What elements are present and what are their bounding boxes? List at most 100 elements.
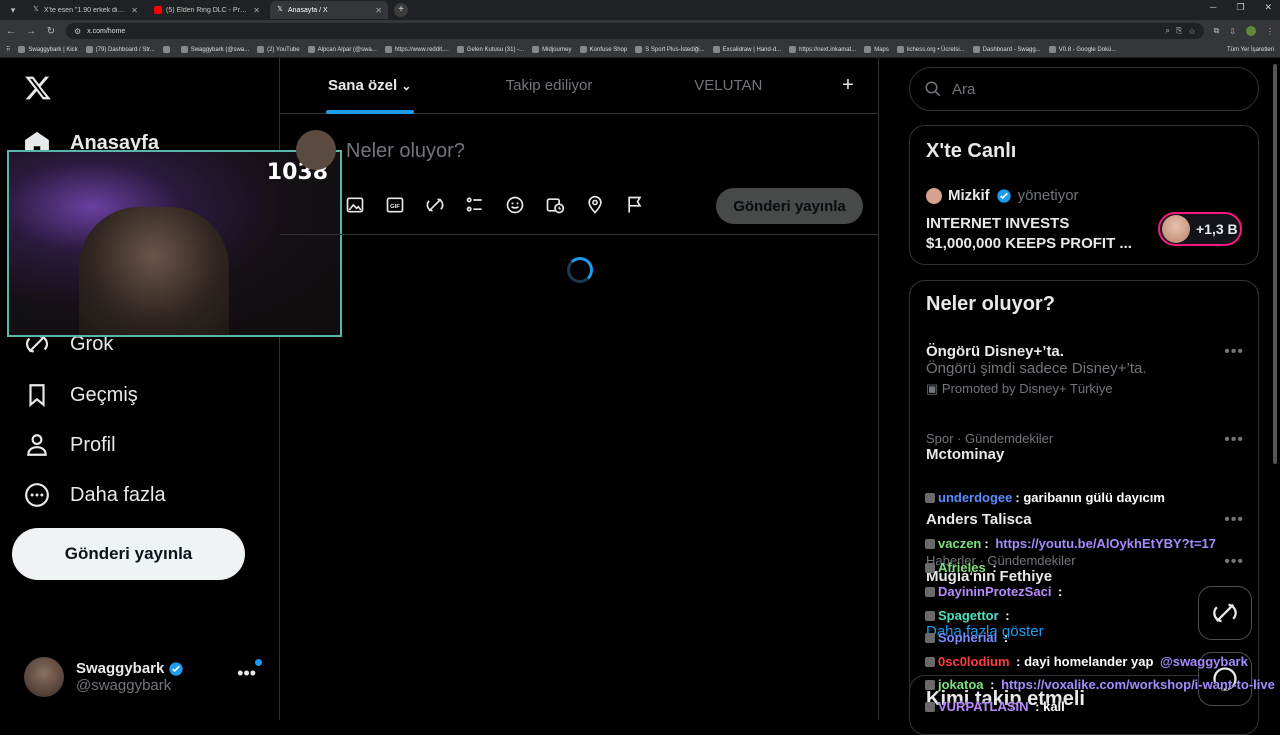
bookmark-item[interactable]: https://next.inkamat... [789, 46, 856, 53]
trend-desc: Öngörü şimdi sadece Disney+’ta. [926, 360, 1147, 377]
minimize-icon[interactable]: ─ [1210, 2, 1216, 13]
schedule-icon[interactable] [544, 194, 566, 216]
post-button[interactable]: Gönderi yayınla [12, 528, 245, 580]
live-stream-title[interactable]: INTERNET INVESTS $1,000,000 KEEPS PROFIT… [926, 214, 1146, 254]
live-host[interactable]: Mizkif yönetiyor [926, 187, 1079, 204]
star-icon[interactable]: ☆ [1188, 27, 1195, 36]
search-icon [925, 81, 941, 97]
reload-icon[interactable]: ↻ [46, 26, 56, 37]
tab-close-icon[interactable]: ✕ [375, 6, 382, 15]
trend-item[interactable]: Öngörü Disney+’ta. Öngörü şimdi sadece D… [926, 343, 1244, 397]
bookmark-favicon-icon [307, 46, 315, 53]
tab-close-icon[interactable]: ✕ [131, 6, 138, 15]
image-icon[interactable] [344, 194, 366, 216]
bookmark-item[interactable] [162, 46, 173, 53]
chat-message: Spagettor : [925, 608, 1010, 623]
extensions-icon[interactable]: ⧉ [1214, 26, 1220, 36]
composer: Neler oluyor? GIF Gönderi yayınla [280, 114, 879, 235]
browser-menu-icon[interactable]: ⋮ [1266, 27, 1274, 36]
chat-username: VURPATLASIN [938, 699, 1029, 714]
apps-icon[interactable]: ⠿ [6, 46, 10, 53]
bookmark-item[interactable]: Excalidraw | Hand-d... [712, 46, 781, 53]
live-card-title: X'te Canlı [926, 140, 1017, 162]
browser-tabstrip: ▾ 𝕏 X'te esen "1.90 erkek diye tutturu..… [0, 0, 1280, 20]
bookmark-item[interactable]: Gelen Kutusu (31) -... [456, 46, 525, 53]
live-on-x-card: X'te Canlı Mizkif yönetiyor INTERNET INV… [909, 125, 1259, 265]
url-input[interactable]: ⚙ x.com/home ⌕ ⎘ ☆ [66, 23, 1204, 39]
bookmark-item[interactable]: Swaggybark (@swa... [180, 46, 250, 53]
poll-icon[interactable] [464, 194, 486, 216]
tab-following[interactable]: Takip ediliyor [459, 58, 638, 114]
gif-icon[interactable]: GIF [384, 194, 406, 216]
x-logo-icon[interactable] [24, 74, 52, 102]
chat-badge-icon [925, 656, 935, 667]
composer-input[interactable]: Neler oluyor? [346, 140, 465, 163]
tab-title: X'te esen "1.90 erkek diye tutturu... [44, 6, 127, 14]
bookmark-favicon-icon [789, 46, 797, 53]
account-handle: @swaggybark [76, 677, 172, 694]
grok-compose-icon[interactable] [424, 194, 446, 216]
back-icon[interactable]: ← [6, 26, 16, 37]
bookmark-label: Swaggybark (@swa... [190, 46, 250, 53]
zoom-icon[interactable]: ⌕ [1166, 26, 1170, 36]
trend-item[interactable]: Spor · Gündemdekiler Mctominay ••• [926, 431, 1244, 463]
trend-more-icon[interactable]: ••• [1224, 431, 1244, 449]
bookmark-item[interactable]: Dashboard - Swagg... [972, 46, 1041, 53]
new-tab-icon[interactable]: + [394, 3, 408, 17]
location-icon[interactable] [584, 194, 606, 216]
more-circle-icon [25, 483, 49, 507]
tab-search-icon[interactable]: ▾ [4, 2, 22, 18]
bookmark-item[interactable]: V0.8 - Google Dokü... [1048, 46, 1116, 53]
bookmark-item[interactable]: Maps [864, 46, 889, 53]
stream-chat-overlay: underdogee: garibanın gülü dayıcım vaczen… [925, 488, 1275, 720]
bookmark-item[interactable]: Midjourney [532, 46, 572, 53]
browser-profile-avatar[interactable] [1246, 26, 1256, 36]
maximize-icon[interactable]: ❐ [1236, 2, 1244, 13]
bookmark-item[interactable]: Konfuse Shop [579, 46, 627, 53]
bookmark-favicon-icon [384, 46, 392, 53]
bookmark-label: Midjourney [542, 46, 572, 53]
scrollbar-thumb[interactable] [1273, 64, 1277, 464]
live-listeners-pill[interactable]: +1,3 B [1158, 212, 1242, 246]
downloads-icon[interactable]: ⇩ [1229, 27, 1236, 36]
bookmark-item[interactable]: S Sport Plus-İstediği... [635, 46, 705, 53]
composer-post-button[interactable]: Gönderi yayınla [716, 188, 863, 224]
nav-bookmarks[interactable]: Geçmiş [24, 382, 138, 408]
chat-badge-icon [925, 562, 935, 573]
forward-icon[interactable]: → [26, 26, 36, 37]
chat-message: jokatoa : https://voxalike.com/workshop/… [925, 677, 1275, 692]
svg-text:GIF: GIF [390, 204, 400, 210]
bookmark-favicon-icon [712, 46, 720, 53]
tab-list-velutan[interactable]: VELUTAN [639, 58, 818, 114]
account-display-name: Swaggybark [76, 660, 184, 677]
flag-icon[interactable] [624, 194, 646, 216]
add-tab-icon[interactable]: + [818, 74, 878, 97]
emoji-icon[interactable] [504, 194, 526, 216]
bookmark-item[interactable]: Swaggybark | Kick [18, 46, 78, 53]
browser-tab[interactable]: (5) Elden Ring DLC - Promised ... ✕ [148, 1, 266, 19]
trend-more-icon[interactable]: ••• [1224, 343, 1244, 361]
site-info-icon[interactable]: ⚙ [74, 27, 81, 36]
close-window-icon[interactable]: ✕ [1264, 2, 1272, 13]
youtube-favicon-icon [154, 6, 162, 14]
host-role: yönetiyor [1017, 187, 1079, 204]
bookmark-item[interactable]: lichess.org • Ücretsi... [896, 46, 965, 53]
account-more-icon[interactable]: ••• [237, 663, 256, 684]
nav-profile[interactable]: Profil [24, 432, 116, 458]
tab-close-icon[interactable]: ✕ [253, 6, 260, 15]
bookmark-item[interactable]: (2) YouTube [257, 46, 300, 53]
all-bookmarks[interactable]: Tüm Yer İşaretleri [1227, 47, 1274, 53]
tab-for-you[interactable]: Sana özel ⌄ [280, 58, 459, 114]
nav-more[interactable]: Daha fazla [24, 482, 166, 508]
search-input[interactable]: Ara [909, 67, 1259, 111]
bookmark-label: Gelen Kutusu (31) -... [466, 46, 525, 53]
browser-tab-active[interactable]: 𝕏 Anasayfa / X ✕ [270, 1, 388, 19]
bookmark-item[interactable]: Alpcan Alpar (@swa... [307, 46, 377, 53]
account-switcher[interactable]: Swaggybark @swaggybark ••• [24, 655, 264, 699]
bookmark-item[interactable]: https://www.reddit.... [384, 46, 449, 53]
install-app-icon[interactable]: ⎘ [1176, 26, 1182, 36]
browser-tab[interactable]: 𝕏 X'te esen "1.90 erkek diye tutturu... … [26, 1, 144, 19]
chat-username: DayininProtezSaci [938, 584, 1052, 599]
listener-avatar [1162, 215, 1190, 243]
bookmark-item[interactable]: (79) Dashboard / Str... [85, 46, 155, 53]
